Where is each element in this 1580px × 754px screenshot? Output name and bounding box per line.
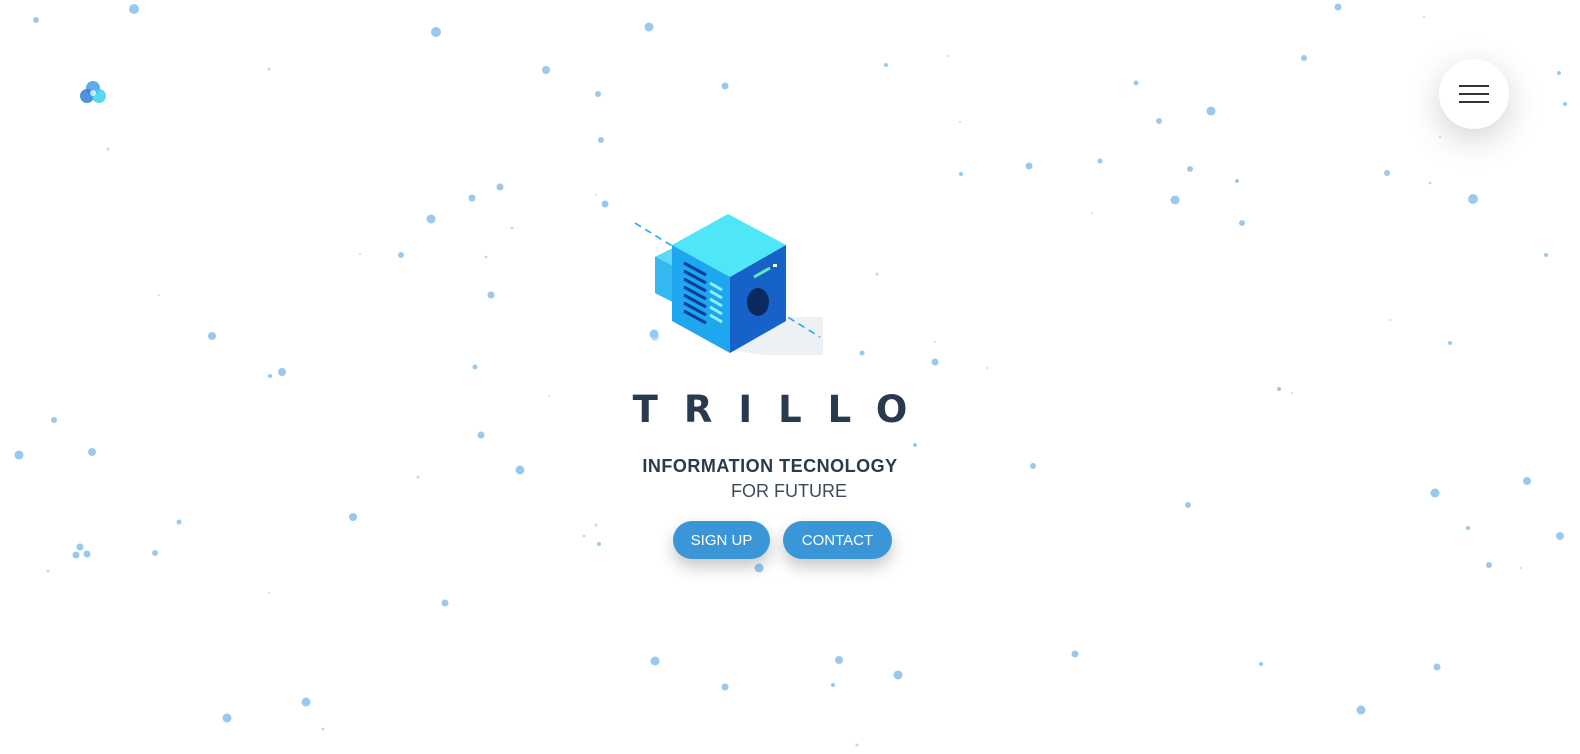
- hero-section: TRILLO INFORMATION TECNOLOGY FOR FUTURE …: [0, 0, 1580, 754]
- landing-page: TRILLO INFORMATION TECNOLOGY FOR FUTURE …: [0, 0, 1580, 754]
- sign-up-button[interactable]: SIGN UP: [673, 521, 770, 559]
- hero-tagline: FOR FUTURE: [731, 481, 847, 501]
- hero-subtitle: INFORMATION TECNOLOGY: [642, 456, 898, 476]
- server-cube-illustration: [634, 214, 823, 355]
- contact-button[interactable]: CONTACT: [783, 521, 892, 559]
- brand-title: TRILLO: [632, 388, 934, 431]
